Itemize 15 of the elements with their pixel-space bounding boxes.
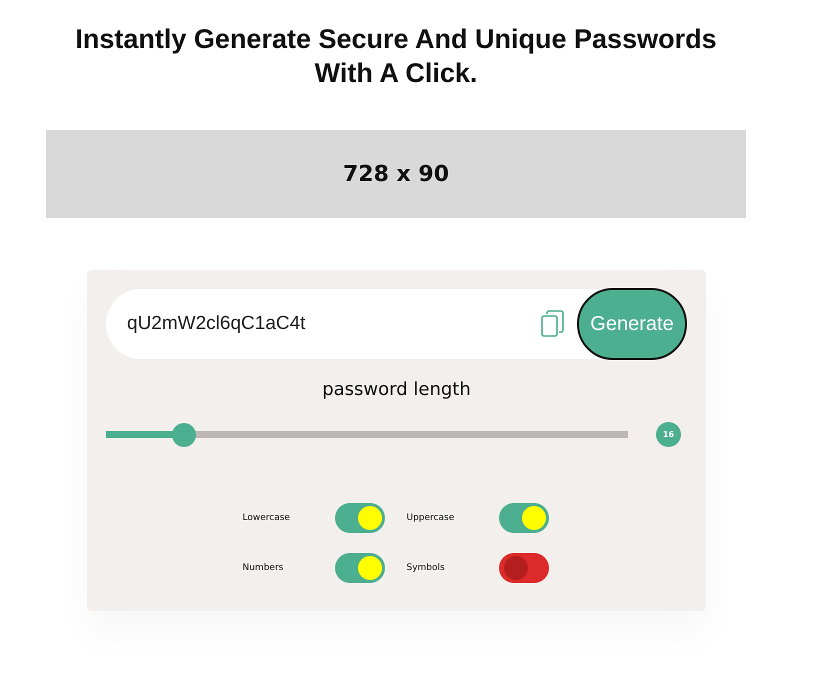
- length-value: 16: [656, 422, 681, 447]
- toggle-switch[interactable]: [498, 553, 548, 583]
- toggle-switch[interactable]: [498, 503, 548, 533]
- toggle-switch[interactable]: [334, 553, 384, 583]
- password-field[interactable]: qU2mW2cl6qC1aC4t Generate: [106, 289, 687, 359]
- length-label: password length: [321, 379, 472, 400]
- toggle-switch[interactable]: [334, 503, 384, 533]
- option-label: Numbers: [242, 563, 284, 573]
- copy-icon[interactable]: [541, 310, 565, 338]
- option-label: Lowercase: [242, 513, 291, 523]
- option-label: Uppercase: [406, 513, 456, 523]
- slider-thumb[interactable]: [172, 422, 196, 446]
- page-heading: Instantly Generate Secure And Unique Passwords With A Click.: [74, 23, 718, 90]
- option-label: Symbols: [406, 563, 446, 573]
- ad-size-label: 728 x 90: [342, 162, 450, 186]
